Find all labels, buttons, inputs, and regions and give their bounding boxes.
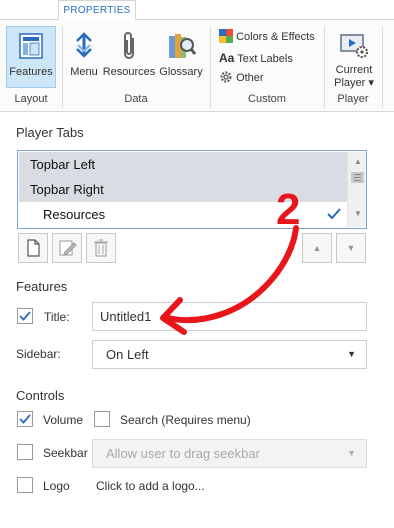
annotation-number: 2 [276,185,300,234]
annotation-arrow [165,225,299,324]
annotation-arrowhead [160,297,187,335]
annotation-overlay: 2 [160,185,300,335]
